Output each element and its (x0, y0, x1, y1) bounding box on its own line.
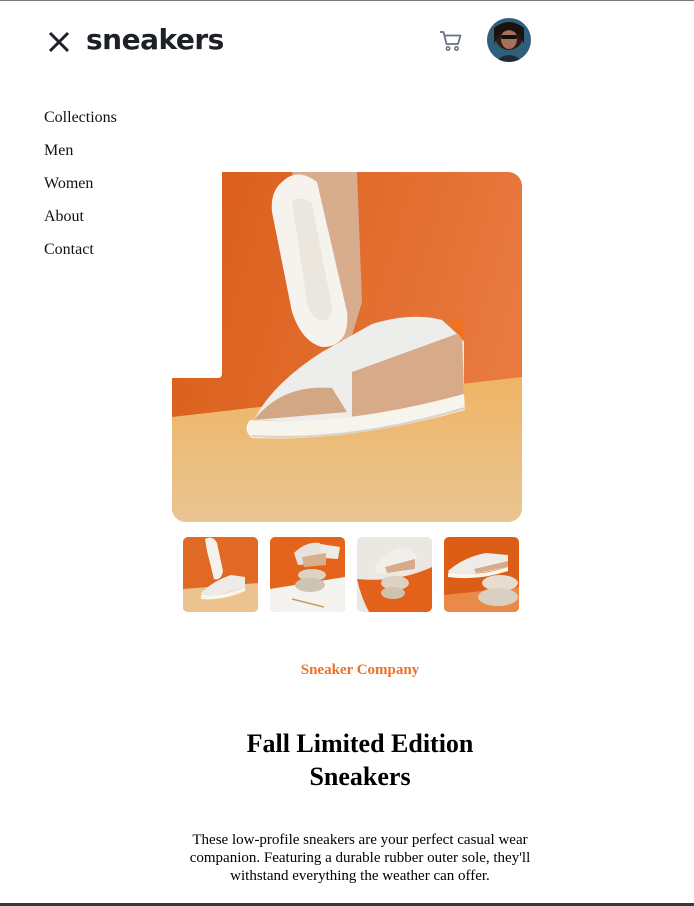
header: sneakers (0, 1, 694, 83)
nav-item-about[interactable]: About (44, 200, 117, 233)
company-label: Sneaker Company (300, 662, 420, 678)
cart-icon[interactable] (439, 30, 463, 52)
thumbnail-1[interactable] (183, 537, 258, 612)
product-title: Fall Limited Edition Sneakers (0, 727, 694, 793)
nav-item-contact[interactable]: Contact (44, 233, 117, 266)
nav-item-men[interactable]: Men (44, 134, 117, 167)
product-title-line-1: Fall Limited Edition (246, 729, 474, 758)
avatar[interactable] (487, 18, 531, 62)
thumbnail-2[interactable] (270, 537, 345, 612)
thumbnail-4[interactable] (444, 537, 519, 612)
thumbnail-gallery (183, 537, 523, 613)
image-notch (172, 172, 222, 378)
nav-item-women[interactable]: Women (44, 167, 117, 200)
product-title-line-2: Sneakers (309, 762, 411, 791)
close-icon[interactable] (47, 30, 71, 54)
brand-logo[interactable]: sneakers (86, 23, 224, 56)
product-main-image[interactable] (172, 172, 522, 522)
navigation-menu: Collections Men Women About Contact (44, 101, 117, 266)
product-description: These low-profile sneakers are your perf… (189, 832, 531, 884)
thumbnail-3[interactable] (357, 537, 432, 612)
nav-item-collections[interactable]: Collections (44, 101, 117, 134)
